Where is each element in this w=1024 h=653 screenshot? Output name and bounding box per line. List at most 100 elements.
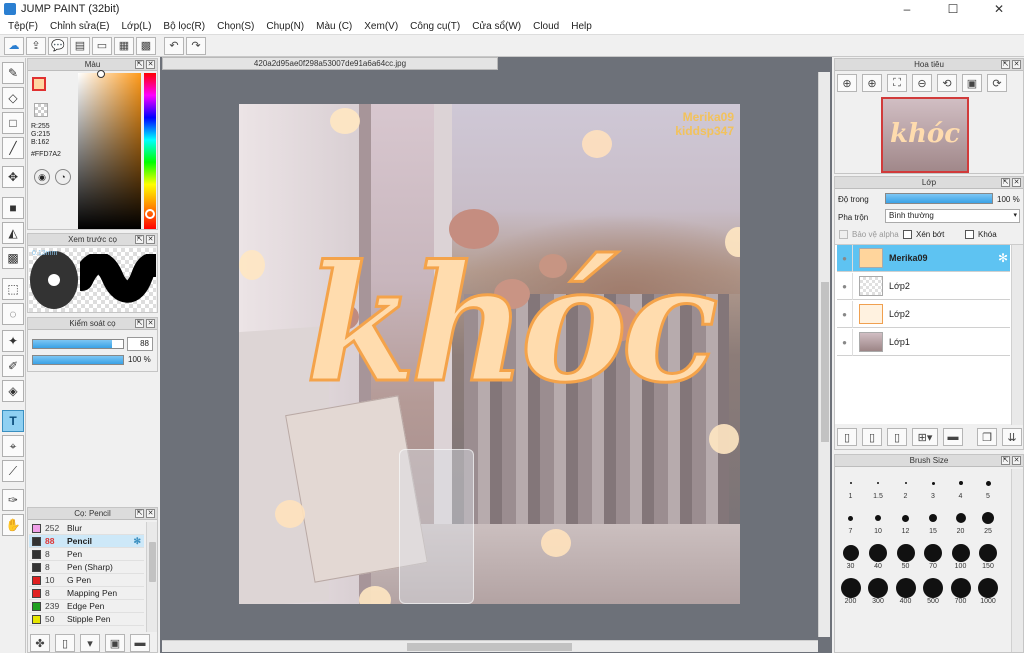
page-edit-icon[interactable]: ▩ (136, 36, 156, 55)
protect-alpha-checkbox[interactable] (839, 230, 848, 239)
panel-close-icon[interactable]: ✕ (146, 509, 155, 518)
brush-size-option[interactable]: 25 (975, 508, 1002, 535)
menu-window[interactable]: Cửa sổ(W) (466, 21, 527, 32)
brush-size-option[interactable]: 12 (892, 508, 919, 535)
magic-wand-tool-icon[interactable]: ✦ (2, 330, 24, 352)
blend-mode-select[interactable]: Bình thường ▾ (885, 209, 1020, 223)
transparent-color-swatch[interactable] (34, 103, 48, 117)
pen-tool-icon[interactable]: ✎ (2, 62, 24, 84)
rotate-left-icon[interactable]: ⟲ (937, 74, 957, 92)
brush-size-option[interactable]: 400 (892, 578, 919, 605)
new-layer2-icon[interactable]: ▯ (862, 428, 882, 446)
layer-opacity-slider[interactable] (885, 193, 993, 204)
rectangle-tool-icon[interactable]: □ (2, 112, 24, 134)
brush-size-option[interactable]: 50 (892, 543, 919, 570)
brush-list-scrollbar[interactable] (146, 522, 157, 632)
brush-size-option[interactable]: 1000 (975, 578, 1002, 605)
hue-slider[interactable] (144, 73, 156, 229)
maximize-button[interactable]: ☐ (930, 0, 976, 18)
brush-size-input[interactable]: 88 (127, 337, 153, 351)
color-picker-icon[interactable]: ◔ (55, 169, 71, 185)
panel-detach-icon[interactable]: ⇱ (135, 319, 144, 328)
panel-close-icon[interactable]: ✕ (1012, 178, 1021, 187)
brush-size-option[interactable]: 150 (975, 543, 1002, 570)
brush-copy-icon[interactable]: ▣ (105, 634, 125, 652)
panel-close-icon[interactable]: ✕ (1012, 60, 1021, 69)
merge-layer-icon[interactable]: ⇊ (1002, 428, 1022, 446)
comment-icon[interactable]: 💬 (48, 36, 68, 55)
layer-row-lop1[interactable]: ● Lớp1 (837, 328, 1010, 356)
text-tool-icon[interactable]: T (2, 410, 24, 432)
comment2-icon[interactable]: ▤ (70, 36, 90, 55)
brush-item-mapping-pen[interactable]: 8 Mapping Pen (29, 587, 144, 600)
brush-size-option[interactable]: 3 (920, 473, 947, 500)
panel-detach-icon[interactable]: ⇱ (135, 235, 144, 244)
panel-detach-icon[interactable]: ⇱ (135, 509, 144, 518)
brush-size-option[interactable]: 7 (837, 508, 864, 535)
fit-icon[interactable]: ⛶ (887, 74, 907, 92)
color-mode-icon[interactable]: ◉ (34, 169, 50, 185)
brush-opacity-slider[interactable] (32, 355, 124, 365)
brush-item-pen-sharp[interactable]: 8 Pen (Sharp) (29, 561, 144, 574)
select-pen-tool-icon[interactable]: ✐ (2, 355, 24, 377)
menu-layer[interactable]: Lớp(L) (116, 21, 158, 32)
navigator-preview[interactable]: khóc (881, 97, 969, 173)
move-tool-icon[interactable]: ✥ (2, 166, 24, 188)
fill-rect-tool-icon[interactable]: ■ (2, 197, 24, 219)
brush-size-option[interactable]: 40 (865, 543, 892, 570)
bucket-tool-icon[interactable]: ◭ (2, 222, 24, 244)
reset-icon[interactable]: ▣ (962, 74, 982, 92)
brush-size-option[interactable]: 1 (837, 473, 864, 500)
page-icon[interactable]: ▭ (92, 36, 112, 55)
line-tool-icon[interactable]: ╱ (2, 137, 24, 159)
brush-size-option[interactable]: 10 (865, 508, 892, 535)
brush-folder-icon[interactable]: ▬ (130, 634, 150, 652)
minimize-button[interactable]: – (884, 0, 930, 18)
brush-item-g-pen[interactable]: 10 G Pen (29, 574, 144, 587)
brush-size-option[interactable]: 1.5 (865, 473, 892, 500)
panel-close-icon[interactable]: ✕ (1012, 456, 1021, 465)
select-eraser-tool-icon[interactable]: ◈ (2, 380, 24, 402)
lock-checkbox[interactable] (965, 230, 974, 239)
clip-checkbox[interactable] (903, 230, 912, 239)
export-icon[interactable]: ⇪ (26, 36, 46, 55)
layer-list-scrollbar[interactable] (1011, 245, 1023, 425)
brush-settings-icon[interactable]: ✻ (133, 536, 141, 547)
zoom-in2-icon[interactable]: ⊕ (862, 74, 882, 92)
brush-new-icon[interactable]: ▯ (55, 634, 75, 652)
menu-tools[interactable]: Công cụ(T) (404, 21, 466, 32)
brush-item-stipple-pen[interactable]: 50 Stipple Pen (29, 613, 144, 626)
duplicate-layer-icon[interactable]: ❐ (977, 428, 997, 446)
menu-filter[interactable]: Bộ lọc(R) (157, 21, 211, 32)
brush-item-blur[interactable]: 252 Blur (29, 522, 144, 535)
menu-select[interactable]: Chọn(S) (211, 21, 260, 32)
canvas-horizontal-scrollbar[interactable] (162, 640, 818, 652)
new-layer-icon[interactable]: ▯ (837, 428, 857, 446)
lasso-tool-icon[interactable]: ◌ (2, 303, 24, 325)
menu-capture[interactable]: Chụp(N) (260, 21, 310, 32)
layer-settings-icon[interactable]: ✻ (998, 251, 1008, 265)
canvas-vertical-scrollbar[interactable] (818, 72, 830, 637)
visibility-icon[interactable]: ● (837, 244, 853, 272)
brush-item-edge-pen[interactable]: 239 Edge Pen (29, 600, 144, 613)
brush-menu-icon[interactable]: ▾ (80, 634, 100, 652)
menu-edit[interactable]: Chỉnh sửa(E) (44, 21, 116, 32)
brush-size-option[interactable]: 100 (947, 543, 974, 570)
undo-icon[interactable]: ↶ (164, 36, 184, 55)
new-layer3-icon[interactable]: ▯ (887, 428, 907, 446)
layer-row-merika09[interactable]: ● Merika09 ✻ (837, 244, 1010, 272)
brush-size-slider[interactable] (32, 339, 124, 349)
brush-item-pen[interactable]: 8 Pen (29, 548, 144, 561)
visibility-icon[interactable]: ● (837, 328, 853, 356)
document-canvas[interactable]: khóc Merika09 kiddsp347 (239, 104, 740, 604)
brush-size-option[interactable]: 700 (947, 578, 974, 605)
saturation-value-picker[interactable] (78, 73, 141, 229)
zoom-out-icon[interactable]: ⊖ (912, 74, 932, 92)
close-button[interactable]: ✕ (976, 0, 1022, 18)
document-tab[interactable]: 420a2d95ae0f298a53007de91a6a64cc.jpg (162, 57, 498, 70)
panel-detach-icon[interactable]: ⇱ (1001, 178, 1010, 187)
eyedropper2-tool-icon[interactable]: ✑ (2, 489, 24, 511)
cloud-icon[interactable]: ☁ (4, 36, 24, 55)
zoom-in-icon[interactable]: ⊕ (837, 74, 857, 92)
layer-row-lop2-a[interactable]: ● Lớp2 (837, 272, 1010, 300)
